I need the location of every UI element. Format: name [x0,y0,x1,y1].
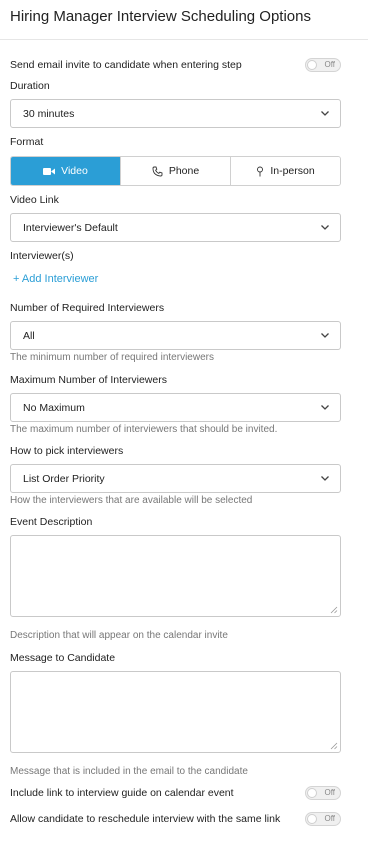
max-interviewers-hint: The maximum number of interviewers that … [10,424,278,435]
required-interviewers-label: Number of Required Interviewers [10,302,165,314]
resize-grip-icon[interactable] [330,742,338,750]
chevron-down-icon [321,333,329,338]
format-option-label: Phone [168,165,200,177]
chevron-down-icon [321,476,329,481]
format-option-phone[interactable]: Phone [121,157,231,185]
required-interviewers-value: All [23,330,35,342]
required-interviewers-hint: The minimum number of required interview… [10,352,214,363]
message-to-candidate-label: Message to Candidate [10,652,116,664]
duration-select[interactable]: 30 minutes [10,99,341,128]
panel-header: Hiring Manager Interview Scheduling Opti… [0,0,368,40]
chevron-down-icon [321,405,329,410]
video-link-value: Interviewer's Default [23,222,118,234]
add-interviewer-link[interactable]: + Add Interviewer [13,273,98,285]
format-option-label: In-person [270,165,315,177]
pick-interviewers-hint: How the interviewers that are available … [10,495,253,506]
duration-label: Duration [10,80,50,92]
send-email-label: Send email invite to candidate when ente… [10,59,242,71]
event-description-textarea[interactable] [10,535,341,617]
send-email-toggle[interactable]: Off [305,58,341,72]
toggle-knob [307,60,317,70]
plus-icon: + [13,273,20,285]
pick-interviewers-label: How to pick interviewers [10,445,124,457]
required-interviewers-select[interactable]: All [10,321,341,350]
chevron-down-icon [321,111,329,116]
page-title: Hiring Manager Interview Scheduling Opti… [10,8,311,25]
pick-interviewers-value: List Order Priority [23,473,105,485]
phone-icon [152,166,163,176]
allow-reschedule-toggle[interactable]: Off [305,812,341,826]
video-link-label: Video Link [10,194,59,206]
format-label: Format [10,136,44,148]
max-interviewers-value: No Maximum [23,402,85,414]
video-link-select[interactable]: Interviewer's Default [10,213,341,242]
duration-value: 30 minutes [23,108,75,120]
interviewers-label: Interviewer(s) [10,250,74,262]
event-description-hint: Description that will appear on the cale… [10,630,228,641]
format-option-label: Video [61,165,88,177]
message-to-candidate-hint: Message that is included in the email to… [10,766,248,777]
toggle-knob [307,788,317,798]
video-camera-icon [43,167,56,175]
allow-reschedule-label: Allow candidate to reschedule interview … [10,813,281,825]
toggle-knob [307,814,317,824]
format-option-video[interactable]: Video [11,157,121,185]
format-segmented-control: Video Phone In-person [10,156,341,186]
toggle-state-text: Off [324,814,335,823]
format-option-in-person[interactable]: In-person [231,157,340,185]
toggle-state-text: Off [324,788,335,797]
max-interviewers-label: Maximum Number of Interviewers [10,374,167,386]
message-to-candidate-textarea[interactable] [10,671,341,753]
chevron-down-icon [321,225,329,230]
include-guide-label: Include link to interview guide on calen… [10,787,234,799]
map-pin-icon [257,166,264,176]
event-description-label: Event Description [10,516,93,528]
include-guide-toggle[interactable]: Off [305,786,341,800]
max-interviewers-select[interactable]: No Maximum [10,393,341,422]
add-interviewer-label: Add Interviewer [21,273,99,285]
toggle-state-text: Off [324,60,335,69]
pick-interviewers-select[interactable]: List Order Priority [10,464,341,493]
resize-grip-icon[interactable] [330,606,338,614]
